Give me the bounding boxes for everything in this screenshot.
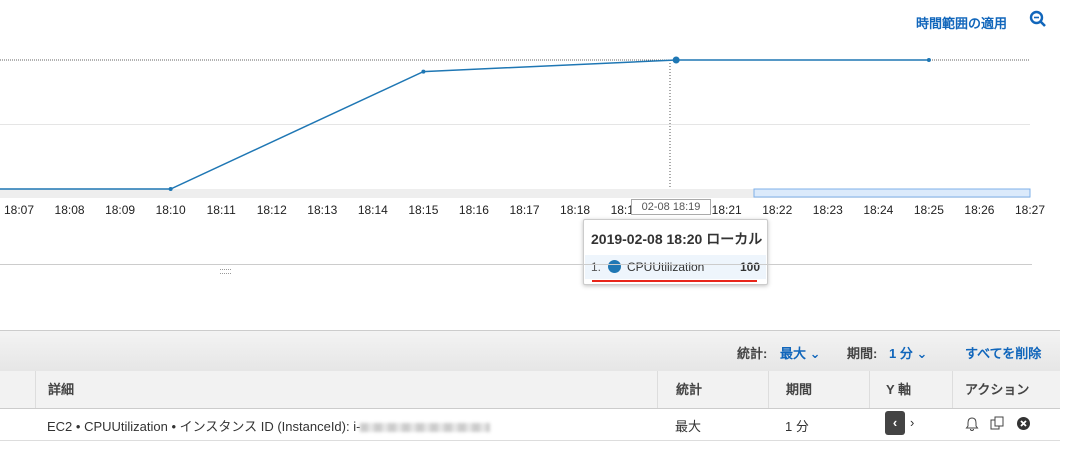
divider	[0, 264, 1032, 265]
chevron-down-icon: ⌄	[809, 346, 821, 361]
chart-tooltip: 2019-02-08 18:20 ローカル 1. CPUUtilization …	[583, 219, 768, 285]
x-tick-label: 18:17	[509, 203, 540, 217]
x-tick-label: 18:14	[357, 203, 388, 217]
data-point	[421, 69, 426, 74]
stat-label: 統計:	[737, 346, 768, 361]
zoom-out-icon[interactable]	[1029, 10, 1047, 28]
table-header: 詳細 統計 期間 Y 軸 アクション	[0, 371, 1060, 409]
row-period: 1 分	[785, 419, 809, 434]
x-tick-label: 18:09	[105, 203, 136, 217]
x-tick-label: 18:24	[863, 203, 894, 217]
x-tick-label: 18:21	[711, 203, 742, 217]
x-tick-label: 18:18	[560, 203, 591, 217]
x-tick-label: 18:10	[155, 203, 186, 217]
column-y-axis: Y 軸	[869, 371, 953, 408]
period-value: 1 分	[889, 346, 913, 361]
tooltip-index: 1.	[591, 260, 602, 274]
x-tick-label: 18:27	[1014, 203, 1046, 217]
x-tick-label: 18:15	[408, 203, 439, 217]
x-tick-label: 18:25	[913, 203, 944, 217]
data-point	[672, 56, 680, 64]
tooltip-metric: CPUUtilization	[627, 260, 705, 274]
column-actions: アクション	[952, 371, 1061, 408]
period-label: 期間:	[847, 346, 878, 361]
y-axis-right-button[interactable]: ›	[910, 411, 914, 435]
x-tick-label: 18:26	[964, 203, 995, 217]
column-details: 詳細	[35, 371, 658, 408]
y-axis-left-button[interactable]: ‹	[885, 411, 905, 435]
resize-handle[interactable]	[220, 269, 231, 274]
tooltip-title: 2019-02-08 18:20 ローカル	[591, 231, 763, 247]
stat-dropdown[interactable]: 最大 ⌄	[780, 343, 821, 362]
x-tick-label: 18:08	[54, 203, 85, 217]
x-tick-label: 18:23	[812, 203, 843, 217]
hover-time-label: 02-08 18:19	[631, 199, 711, 215]
metrics-toolbar: 統計: 最大 ⌄ 期間: 1 分 ⌄ すべてを削除	[0, 330, 1060, 372]
copy-icon[interactable]	[989, 415, 1006, 432]
table-row: EC2 • CPUUtilization • インスタンス ID (Instan…	[0, 408, 1060, 441]
row-stat: 最大	[675, 419, 702, 434]
column-period: 期間	[768, 371, 870, 408]
x-tick-label: 18:07	[3, 203, 35, 217]
remove-icon[interactable]	[1016, 416, 1031, 431]
stat-value: 最大	[780, 346, 807, 361]
range-selector	[753, 188, 1031, 198]
redacted-instance-id	[360, 423, 491, 433]
tooltip-underline	[592, 280, 757, 282]
x-tick-label: 18:22	[762, 203, 793, 217]
data-point	[926, 58, 931, 62]
series-color-dot-icon	[608, 260, 621, 273]
data-point	[168, 187, 173, 191]
metric-details: EC2 • CPUUtilization • インスタンス ID (Instan…	[47, 416, 491, 435]
line-chart	[0, 56, 1031, 198]
x-tick-label: 18:12	[256, 203, 287, 217]
apply-time-range-link[interactable]: 時間範囲の適用	[916, 13, 1007, 32]
column-stat: 統計	[657, 371, 769, 408]
x-tick-label: 18:11	[206, 203, 236, 217]
x-tick-label: 18:13	[307, 203, 338, 217]
period-dropdown[interactable]: 1 分 ⌄	[889, 343, 927, 362]
chevron-down-icon: ⌄	[916, 346, 928, 361]
x-tick-label: 18:16	[458, 203, 489, 217]
remove-all-button[interactable]: すべてを削除	[965, 343, 1041, 362]
tooltip-row: 1. CPUUtilization 100	[585, 255, 766, 279]
bell-icon[interactable]	[964, 416, 980, 432]
tooltip-value: 100	[739, 260, 760, 274]
